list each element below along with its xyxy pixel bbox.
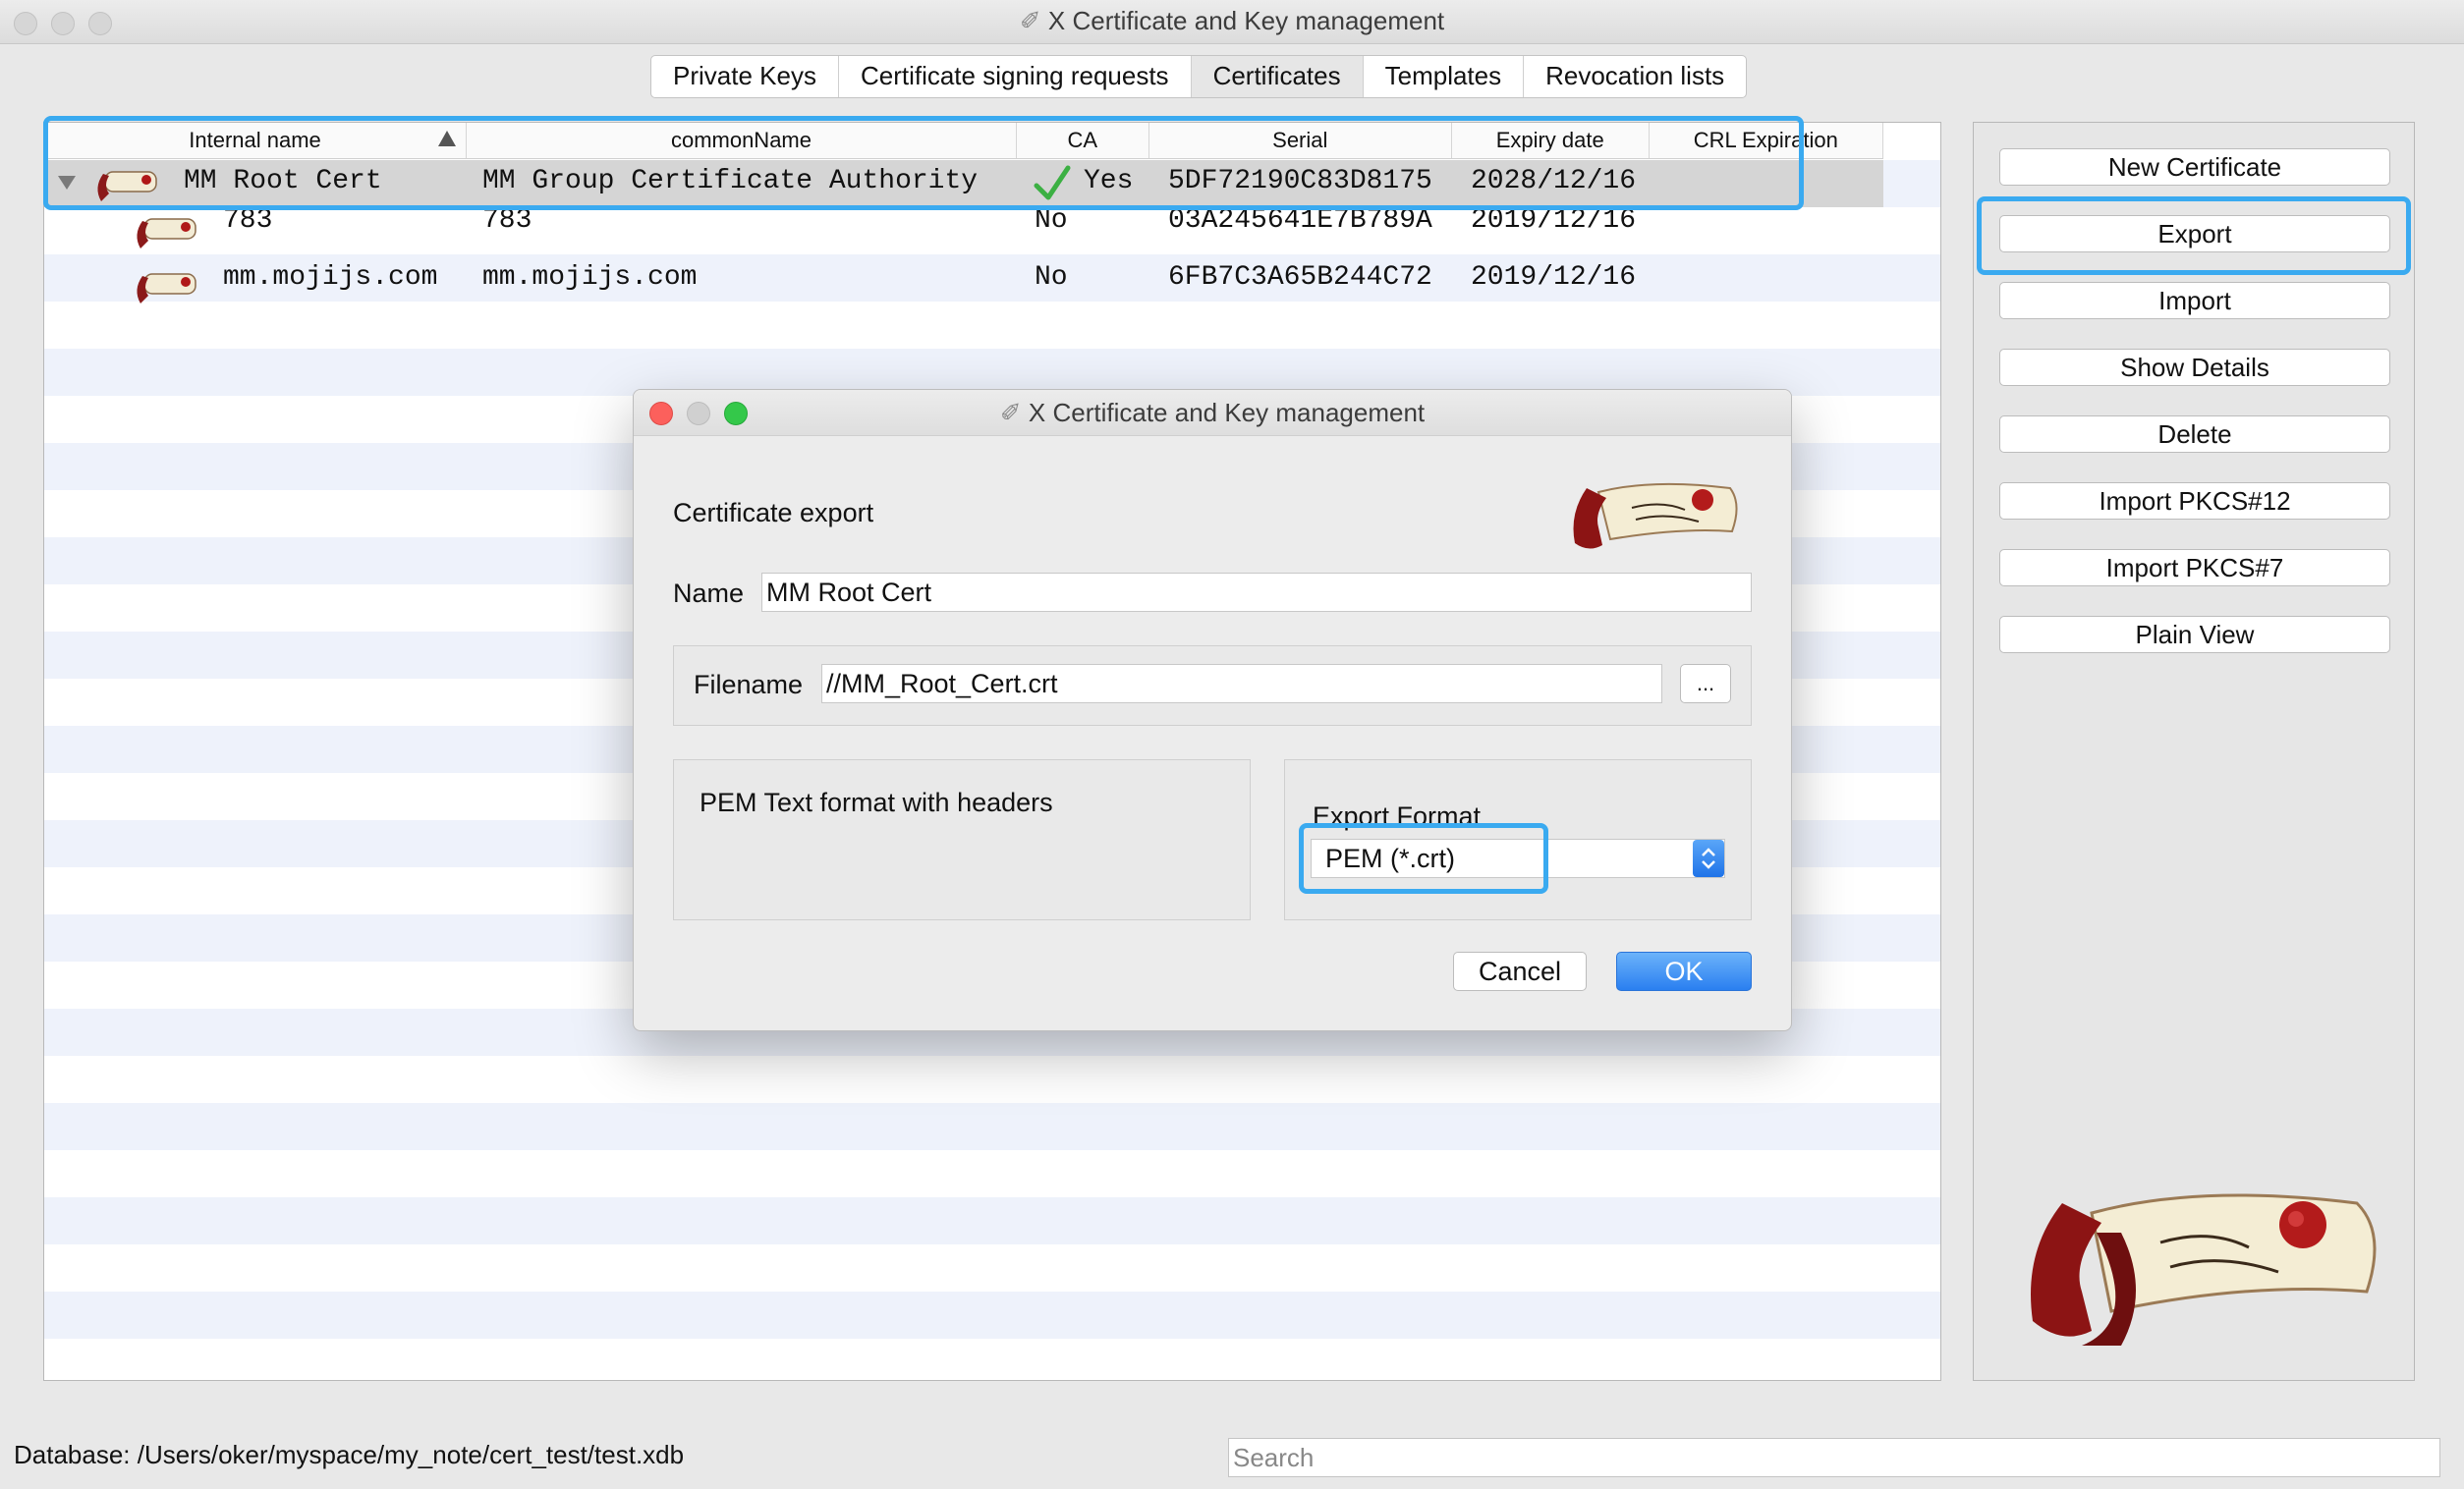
app-icon: ✐ [1019, 6, 1041, 35]
row-internal-name: MM Root Cert [184, 166, 382, 196]
sort-ascending-icon [438, 131, 457, 146]
column-ca[interactable]: CA [1017, 123, 1149, 158]
certificate-icon [137, 218, 196, 248]
main-tabs: Private Keys Certificate signing request… [650, 55, 1748, 98]
export-format-label: Export Format [1313, 801, 1482, 831]
dialog-logo-scroll [1573, 482, 1738, 549]
show-details-button[interactable]: Show Details [1999, 349, 2390, 386]
export-format-group: Export Format PEM (*.crt) [1284, 759, 1752, 920]
row-common-name: MM Group Certificate Authority [482, 166, 979, 196]
filename-label: Filename [694, 670, 804, 699]
table-row[interactable]: mm.mojijs.com mm.mojijs.com No 6FB7C3A65… [44, 254, 1883, 303]
column-internal-name[interactable]: Internal name [44, 123, 468, 158]
row-ca: Yes [1084, 166, 1134, 196]
action-panel: New Certificate Export Import Show Detai… [1973, 122, 2415, 1381]
filename-field[interactable]: //MM_Root_Cert.crt [821, 664, 1662, 703]
search-input[interactable] [1228, 1438, 2440, 1477]
row-expiry: 2019/12/16 [1471, 262, 1637, 293]
column-crl-expiration[interactable]: CRL Expiration [1650, 123, 1883, 158]
collapse-arrow-icon[interactable] [58, 176, 76, 190]
export-format-select[interactable]: PEM (*.crt) [1311, 839, 1725, 878]
select-chevron-icon [1693, 840, 1724, 877]
plain-view-button[interactable]: Plain View [1999, 616, 2390, 653]
ok-button[interactable]: OK [1616, 952, 1752, 991]
import-pkcs12-button[interactable]: Import PKCS#12 [1999, 482, 2390, 520]
browse-button[interactable]: ... [1680, 664, 1731, 703]
row-common-name: mm.mojijs.com [482, 262, 698, 293]
window-title: ✐ X Certificate and Key management [1019, 6, 1445, 35]
table-row[interactable]: 783 783 No 03A245641E7B789A 2019/12/16 [44, 205, 1883, 254]
cancel-button[interactable]: Cancel [1453, 952, 1587, 991]
row-ca: No [1035, 205, 1068, 236]
tab-certificates[interactable]: Certificates [1191, 56, 1364, 97]
tab-private-keys[interactable]: Private Keys [651, 56, 839, 97]
name-field[interactable]: MM Root Cert [761, 573, 1752, 612]
certificate-icon [137, 273, 196, 303]
row-ca: No [1035, 262, 1068, 293]
column-expiry-date[interactable]: Expiry date [1452, 123, 1650, 158]
status-bar: Database: /Users/oker/myspace/my_note/ce… [0, 1426, 2464, 1489]
table-header: Internal name commonName CA Serial Expir… [44, 123, 1883, 159]
certificate-export-dialog: ✐ X Certificate and Key management Certi… [633, 389, 1792, 1031]
row-serial: 5DF72190C83D8175 [1168, 166, 1432, 196]
tab-templates[interactable]: Templates [1364, 56, 1525, 97]
database-path: Database: /Users/oker/myspace/my_note/ce… [14, 1440, 685, 1469]
dialog-heading: Certificate export [673, 498, 874, 527]
certificate-icon [97, 171, 157, 201]
import-button[interactable]: Import [1999, 282, 2390, 319]
row-serial: 6FB7C3A65B244C72 [1168, 262, 1432, 293]
tab-csr[interactable]: Certificate signing requests [839, 56, 1192, 97]
app-logo-scroll [2031, 1193, 2377, 1346]
row-serial: 03A245641E7B789A [1168, 205, 1432, 236]
filename-group: Filename //MM_Root_Cert.crt ... [673, 645, 1752, 726]
column-common-name[interactable]: commonName [467, 123, 1017, 158]
format-description-group: PEM Text format with headers [673, 759, 1251, 920]
row-internal-name: 783 [223, 205, 273, 236]
import-pkcs7-button[interactable]: Import PKCS#7 [1999, 549, 2390, 586]
app-icon: ✐ [999, 398, 1022, 427]
column-serial[interactable]: Serial [1149, 123, 1452, 158]
dialog-title: ✐ X Certificate and Key management [999, 398, 1426, 427]
delete-button[interactable]: Delete [1999, 415, 2390, 453]
window-titlebar: ✐ X Certificate and Key management [0, 0, 2464, 44]
row-common-name: 783 [482, 205, 532, 236]
export-button[interactable]: Export [1999, 215, 2390, 252]
tab-revocation-lists[interactable]: Revocation lists [1524, 56, 1746, 97]
format-description: PEM Text format with headers [700, 788, 1053, 817]
checkmark-icon [1034, 165, 1071, 200]
dialog-titlebar: ✐ X Certificate and Key management [634, 390, 1791, 436]
name-label: Name [673, 579, 745, 608]
row-expiry: 2019/12/16 [1471, 205, 1637, 236]
row-internal-name: mm.mojijs.com [223, 262, 438, 293]
row-expiry: 2028/12/16 [1471, 166, 1637, 196]
new-certificate-button[interactable]: New Certificate [1999, 148, 2390, 186]
